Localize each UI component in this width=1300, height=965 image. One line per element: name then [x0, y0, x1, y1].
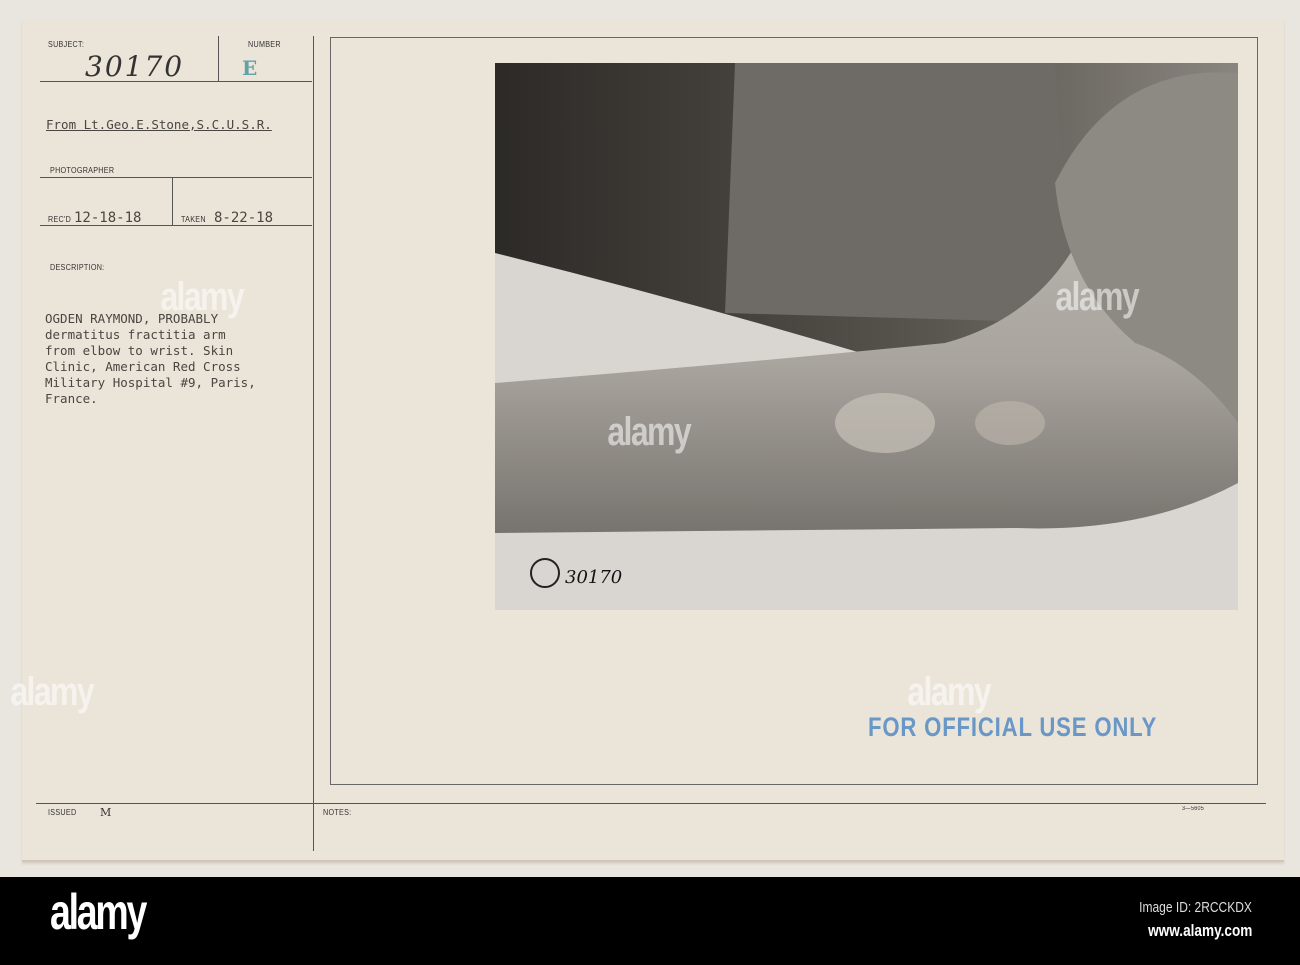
recd-label: REC'D: [48, 215, 72, 224]
watermark: alamy: [607, 410, 691, 454]
divider: [172, 178, 173, 226]
arm-photo: 30170: [495, 63, 1238, 610]
watermark: alamy: [907, 670, 991, 714]
from-line: From Lt.Geo.E.Stone,S.C.U.S.R.: [46, 117, 272, 132]
footer-bar: alamy Image ID: 2RCCKDX www.alamy.com: [0, 877, 1300, 965]
number-label: NUMBER: [248, 40, 281, 49]
photograph: 30170: [495, 63, 1238, 610]
description-label: DESCRIPTION:: [50, 263, 105, 272]
watermark: alamy: [1055, 275, 1139, 319]
issued-value: M: [100, 806, 112, 819]
divider: [40, 81, 312, 82]
image-id: Image ID: 2RCCKDX: [1139, 899, 1252, 916]
divider: [40, 225, 312, 226]
column-divider: [313, 36, 314, 851]
divider: [36, 803, 1266, 804]
subject-number: 30170: [85, 50, 185, 83]
taken-label: TAKEN: [181, 215, 206, 224]
subject-label: SUBJECT:: [48, 40, 85, 49]
form-number: 3—5605: [1182, 806, 1205, 812]
watermark: alamy: [10, 670, 94, 714]
number-value: E: [242, 56, 258, 80]
official-use-stamp: FOR OFFICIAL USE ONLY: [868, 712, 1158, 742]
notes-label: NOTES:: [323, 808, 352, 817]
photo-number: 30170: [565, 567, 622, 588]
taken-date: 8-22-18: [214, 210, 274, 226]
description-text: OGDEN RAYMOND, PROBABLY dermatitus fract…: [45, 311, 256, 406]
divider: [218, 36, 219, 81]
divider: [40, 177, 312, 178]
alamy-url[interactable]: www.alamy.com: [1148, 921, 1252, 941]
issued-label: ISSUED: [48, 808, 77, 817]
watermark: alamy: [160, 275, 244, 319]
photographer-label: PHOTOGRAPHER: [50, 166, 115, 175]
alamy-logo: alamy: [50, 884, 147, 940]
recd-date: 12-18-18: [74, 210, 142, 226]
